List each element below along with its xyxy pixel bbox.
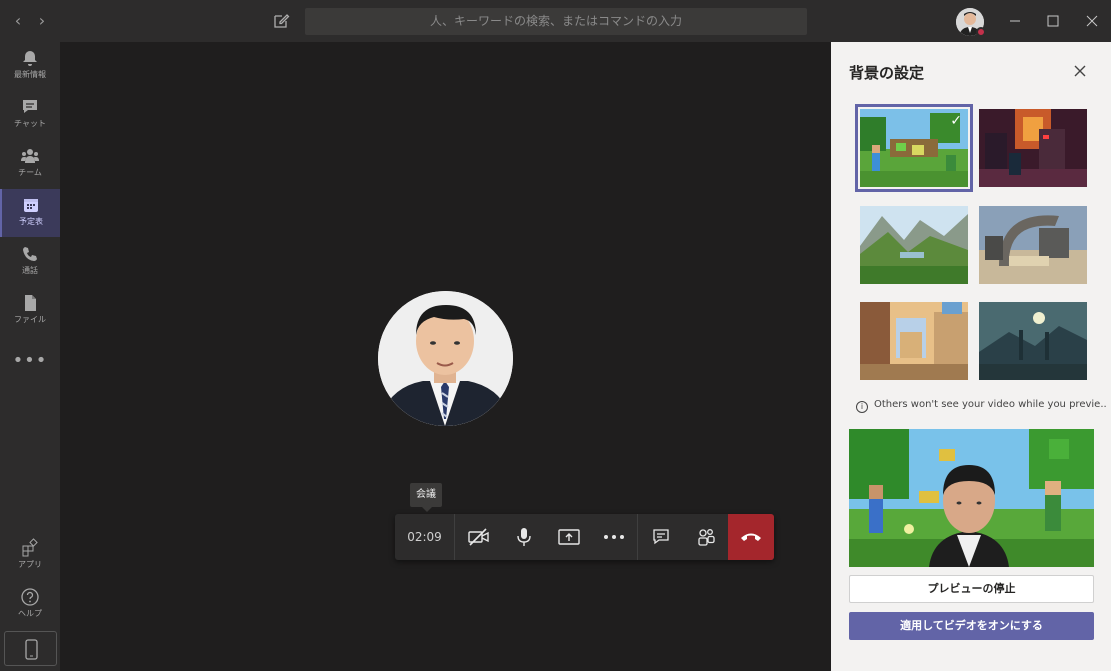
- background-option[interactable]: [979, 206, 1087, 284]
- compose-icon[interactable]: [271, 11, 291, 31]
- bell-icon: [23, 51, 37, 66]
- rail-item-chat[interactable]: チャット: [0, 91, 60, 139]
- app-rail: 最新情報 チャット チーム 予定表 通話 ファイル ••• アプリ ヘルプ: [0, 42, 60, 671]
- more-apps-icon[interactable]: •••: [0, 350, 60, 371]
- call-stage: 会議 02:09: [60, 42, 831, 671]
- share-screen-icon: [557, 529, 580, 545]
- rail-item-label: 通話: [22, 266, 38, 275]
- search-input[interactable]: 人、キーワードの検索、またはコマンドの入力: [305, 8, 807, 35]
- hang-up-button[interactable]: [728, 514, 774, 560]
- checkmark-icon: ✓: [950, 113, 962, 129]
- microphone-icon: [516, 528, 531, 546]
- background-option[interactable]: [979, 109, 1087, 187]
- rail-item-label: アプリ: [18, 560, 42, 569]
- calendar-icon: [24, 199, 38, 212]
- background-settings-panel: 背景の設定 ✓ i Others won't see your video wh…: [831, 42, 1111, 671]
- rail-item-calls[interactable]: 通話: [0, 238, 60, 286]
- mobile-icon: [25, 639, 38, 660]
- info-text: Others won't see your video while you pr…: [874, 399, 1106, 410]
- rail-item-apps[interactable]: アプリ: [0, 532, 60, 580]
- rail-item-help[interactable]: ヘルプ: [0, 581, 60, 629]
- rail-item-files[interactable]: ファイル: [0, 287, 60, 335]
- forward-icon[interactable]: ›: [32, 11, 52, 31]
- chat-icon: [652, 529, 669, 545]
- call-timer: 02:09: [395, 514, 455, 560]
- camera-toggle-button[interactable]: [456, 514, 501, 560]
- participants-icon: [697, 529, 715, 546]
- info-icon: i: [856, 401, 868, 413]
- rail-item-calendar[interactable]: 予定表: [0, 189, 60, 237]
- more-icon: [603, 535, 624, 539]
- rail-item-label: ヘルプ: [18, 609, 42, 618]
- share-screen-button[interactable]: [546, 514, 591, 560]
- background-option[interactable]: [860, 206, 968, 284]
- participants-button[interactable]: [683, 514, 728, 560]
- panel-title: 背景の設定: [849, 64, 925, 82]
- meeting-tooltip: 会議: [410, 483, 442, 512]
- teams-icon: [21, 149, 39, 163]
- mic-toggle-button[interactable]: [501, 514, 546, 560]
- minimize-icon[interactable]: [1005, 11, 1025, 31]
- stop-preview-button[interactable]: プレビューの停止: [849, 575, 1094, 603]
- background-option[interactable]: [979, 302, 1087, 380]
- rail-item-label: チーム: [18, 168, 42, 177]
- background-option[interactable]: [860, 302, 968, 380]
- conversation-button[interactable]: [638, 514, 683, 560]
- back-icon[interactable]: ‹: [8, 11, 28, 31]
- file-icon: [25, 295, 36, 311]
- close-icon[interactable]: [1071, 62, 1089, 80]
- background-option[interactable]: ✓: [855, 104, 973, 192]
- camera-off-icon: [467, 528, 489, 546]
- close-window-icon[interactable]: [1082, 11, 1102, 31]
- apps-icon: [22, 538, 38, 557]
- rail-item-label: 最新情報: [14, 70, 46, 79]
- help-icon: [21, 588, 39, 606]
- rail-item-label: ファイル: [14, 315, 46, 324]
- preview-info: i Others won't see your video while you p…: [856, 399, 1106, 413]
- participant-avatar: [378, 291, 513, 426]
- rail-item-activity[interactable]: 最新情報: [0, 42, 60, 90]
- chat-icon: [23, 100, 37, 113]
- hang-up-icon: [741, 533, 761, 541]
- title-bar: ‹ › 人、キーワードの検索、またはコマンドの入力: [0, 0, 1111, 42]
- presence-badge: [976, 27, 986, 37]
- maximize-icon[interactable]: [1043, 11, 1063, 31]
- call-controls: 02:09: [395, 514, 774, 560]
- rail-item-label: チャット: [14, 119, 46, 128]
- rail-item-label: 予定表: [19, 217, 43, 226]
- more-actions-button[interactable]: [591, 514, 636, 560]
- rail-item-teams[interactable]: チーム: [0, 140, 60, 188]
- video-preview: [849, 429, 1094, 567]
- device-button[interactable]: [4, 631, 57, 666]
- phone-icon: [23, 247, 37, 261]
- apply-and-turn-on-video-button[interactable]: 適用してビデオをオンにする: [849, 612, 1094, 640]
